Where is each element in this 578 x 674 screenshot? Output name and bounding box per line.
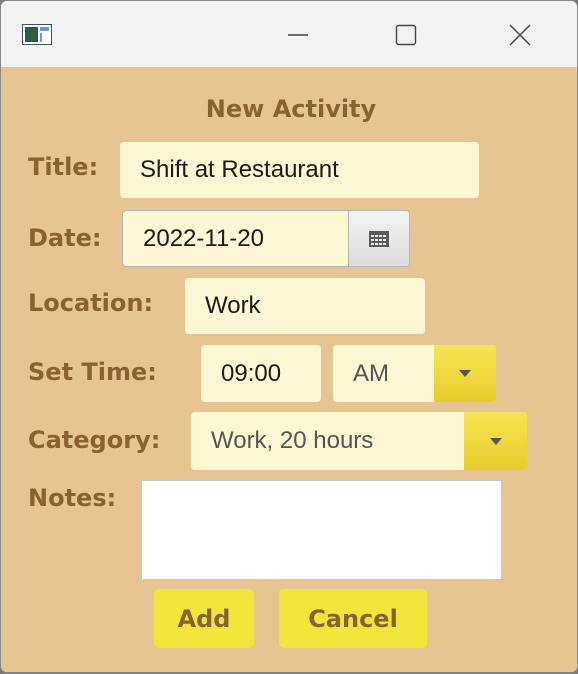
- am-pm-value: AM: [353, 359, 389, 387]
- title-input-value: Shift at Restaurant: [140, 156, 339, 183]
- title-bar[interactable]: [1, 1, 577, 67]
- date-label: Date:: [28, 224, 102, 252]
- time-input-value: 09:00: [221, 359, 282, 387]
- location-label: Location:: [28, 289, 154, 317]
- time-input[interactable]: 09:00: [201, 345, 321, 402]
- app-window-icon: [22, 24, 52, 45]
- minimize-icon: [288, 34, 308, 36]
- calendar-icon: [369, 230, 389, 247]
- maximize-icon: [395, 24, 417, 46]
- date-picker-button[interactable]: [348, 211, 409, 266]
- set-time-label: Set Time:: [28, 358, 157, 386]
- cancel-button[interactable]: Cancel: [279, 589, 427, 648]
- maximize-button[interactable]: [384, 13, 428, 57]
- location-input[interactable]: Work: [185, 278, 425, 334]
- date-picker[interactable]: 2022-11-20: [122, 210, 410, 267]
- form-area: New Activity Title: Shift at Restaurant …: [1, 67, 577, 672]
- title-label: Title:: [28, 153, 99, 181]
- form-heading: New Activity: [205, 95, 377, 123]
- category-label: Category:: [28, 426, 161, 454]
- close-icon: [509, 24, 531, 46]
- add-button[interactable]: Add: [154, 589, 254, 648]
- title-input[interactable]: Shift at Restaurant: [120, 142, 479, 198]
- location-input-value: Work: [205, 292, 261, 319]
- date-value[interactable]: 2022-11-20: [143, 211, 264, 266]
- new-activity-window: New Activity Title: Shift at Restaurant …: [0, 0, 578, 673]
- am-pm-dropdown-button[interactable]: [434, 345, 496, 402]
- notes-textarea[interactable]: [141, 480, 502, 579]
- minimize-button[interactable]: [276, 13, 320, 57]
- notes-label: Notes:: [28, 484, 117, 512]
- category-value: Work, 20 hours: [211, 427, 374, 454]
- category-dropdown-button[interactable]: [464, 412, 527, 470]
- category-select[interactable]: Work, 20 hours: [191, 412, 527, 470]
- close-button[interactable]: [498, 13, 542, 57]
- chevron-down-icon: [459, 370, 471, 377]
- chevron-down-icon: [489, 437, 502, 445]
- am-pm-select[interactable]: AM: [333, 345, 496, 402]
